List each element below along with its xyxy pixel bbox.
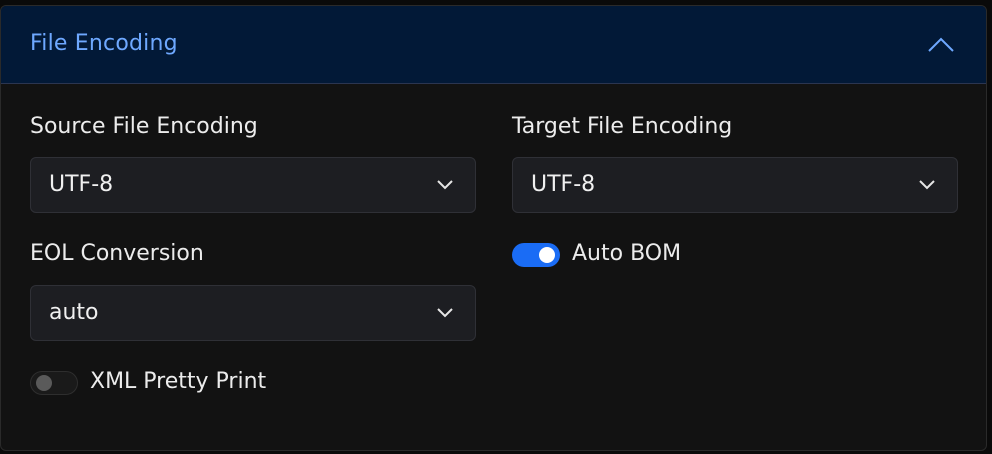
xml-pretty-print-label: XML Pretty Print — [90, 369, 267, 394]
toggle-knob — [36, 375, 52, 391]
chevron-up-icon[interactable] — [926, 32, 956, 56]
target-encoding-select[interactable]: UTF-8 — [512, 157, 958, 213]
source-encoding-label: Source File Encoding — [30, 114, 258, 139]
toggle-knob — [539, 247, 555, 263]
source-encoding-select[interactable]: UTF-8 — [30, 157, 476, 213]
eol-conversion-label: EOL Conversion — [30, 241, 204, 266]
target-encoding-value: UTF-8 — [531, 172, 596, 197]
auto-bom-label: Auto BOM — [572, 241, 682, 266]
file-encoding-panel: File Encoding Source File Encoding UTF-8… — [0, 5, 987, 451]
section-title: File Encoding — [30, 31, 178, 56]
chevron-down-icon — [919, 180, 935, 190]
auto-bom-toggle[interactable] — [512, 243, 560, 267]
eol-conversion-select[interactable]: auto — [30, 285, 476, 341]
xml-pretty-print-toggle[interactable] — [30, 371, 78, 395]
file-encoding-header[interactable]: File Encoding — [1, 6, 986, 84]
chevron-down-icon — [437, 308, 453, 318]
eol-conversion-value: auto — [49, 300, 99, 325]
chevron-down-icon — [437, 180, 453, 190]
source-encoding-value: UTF-8 — [49, 172, 114, 197]
target-encoding-label: Target File Encoding — [512, 114, 733, 139]
